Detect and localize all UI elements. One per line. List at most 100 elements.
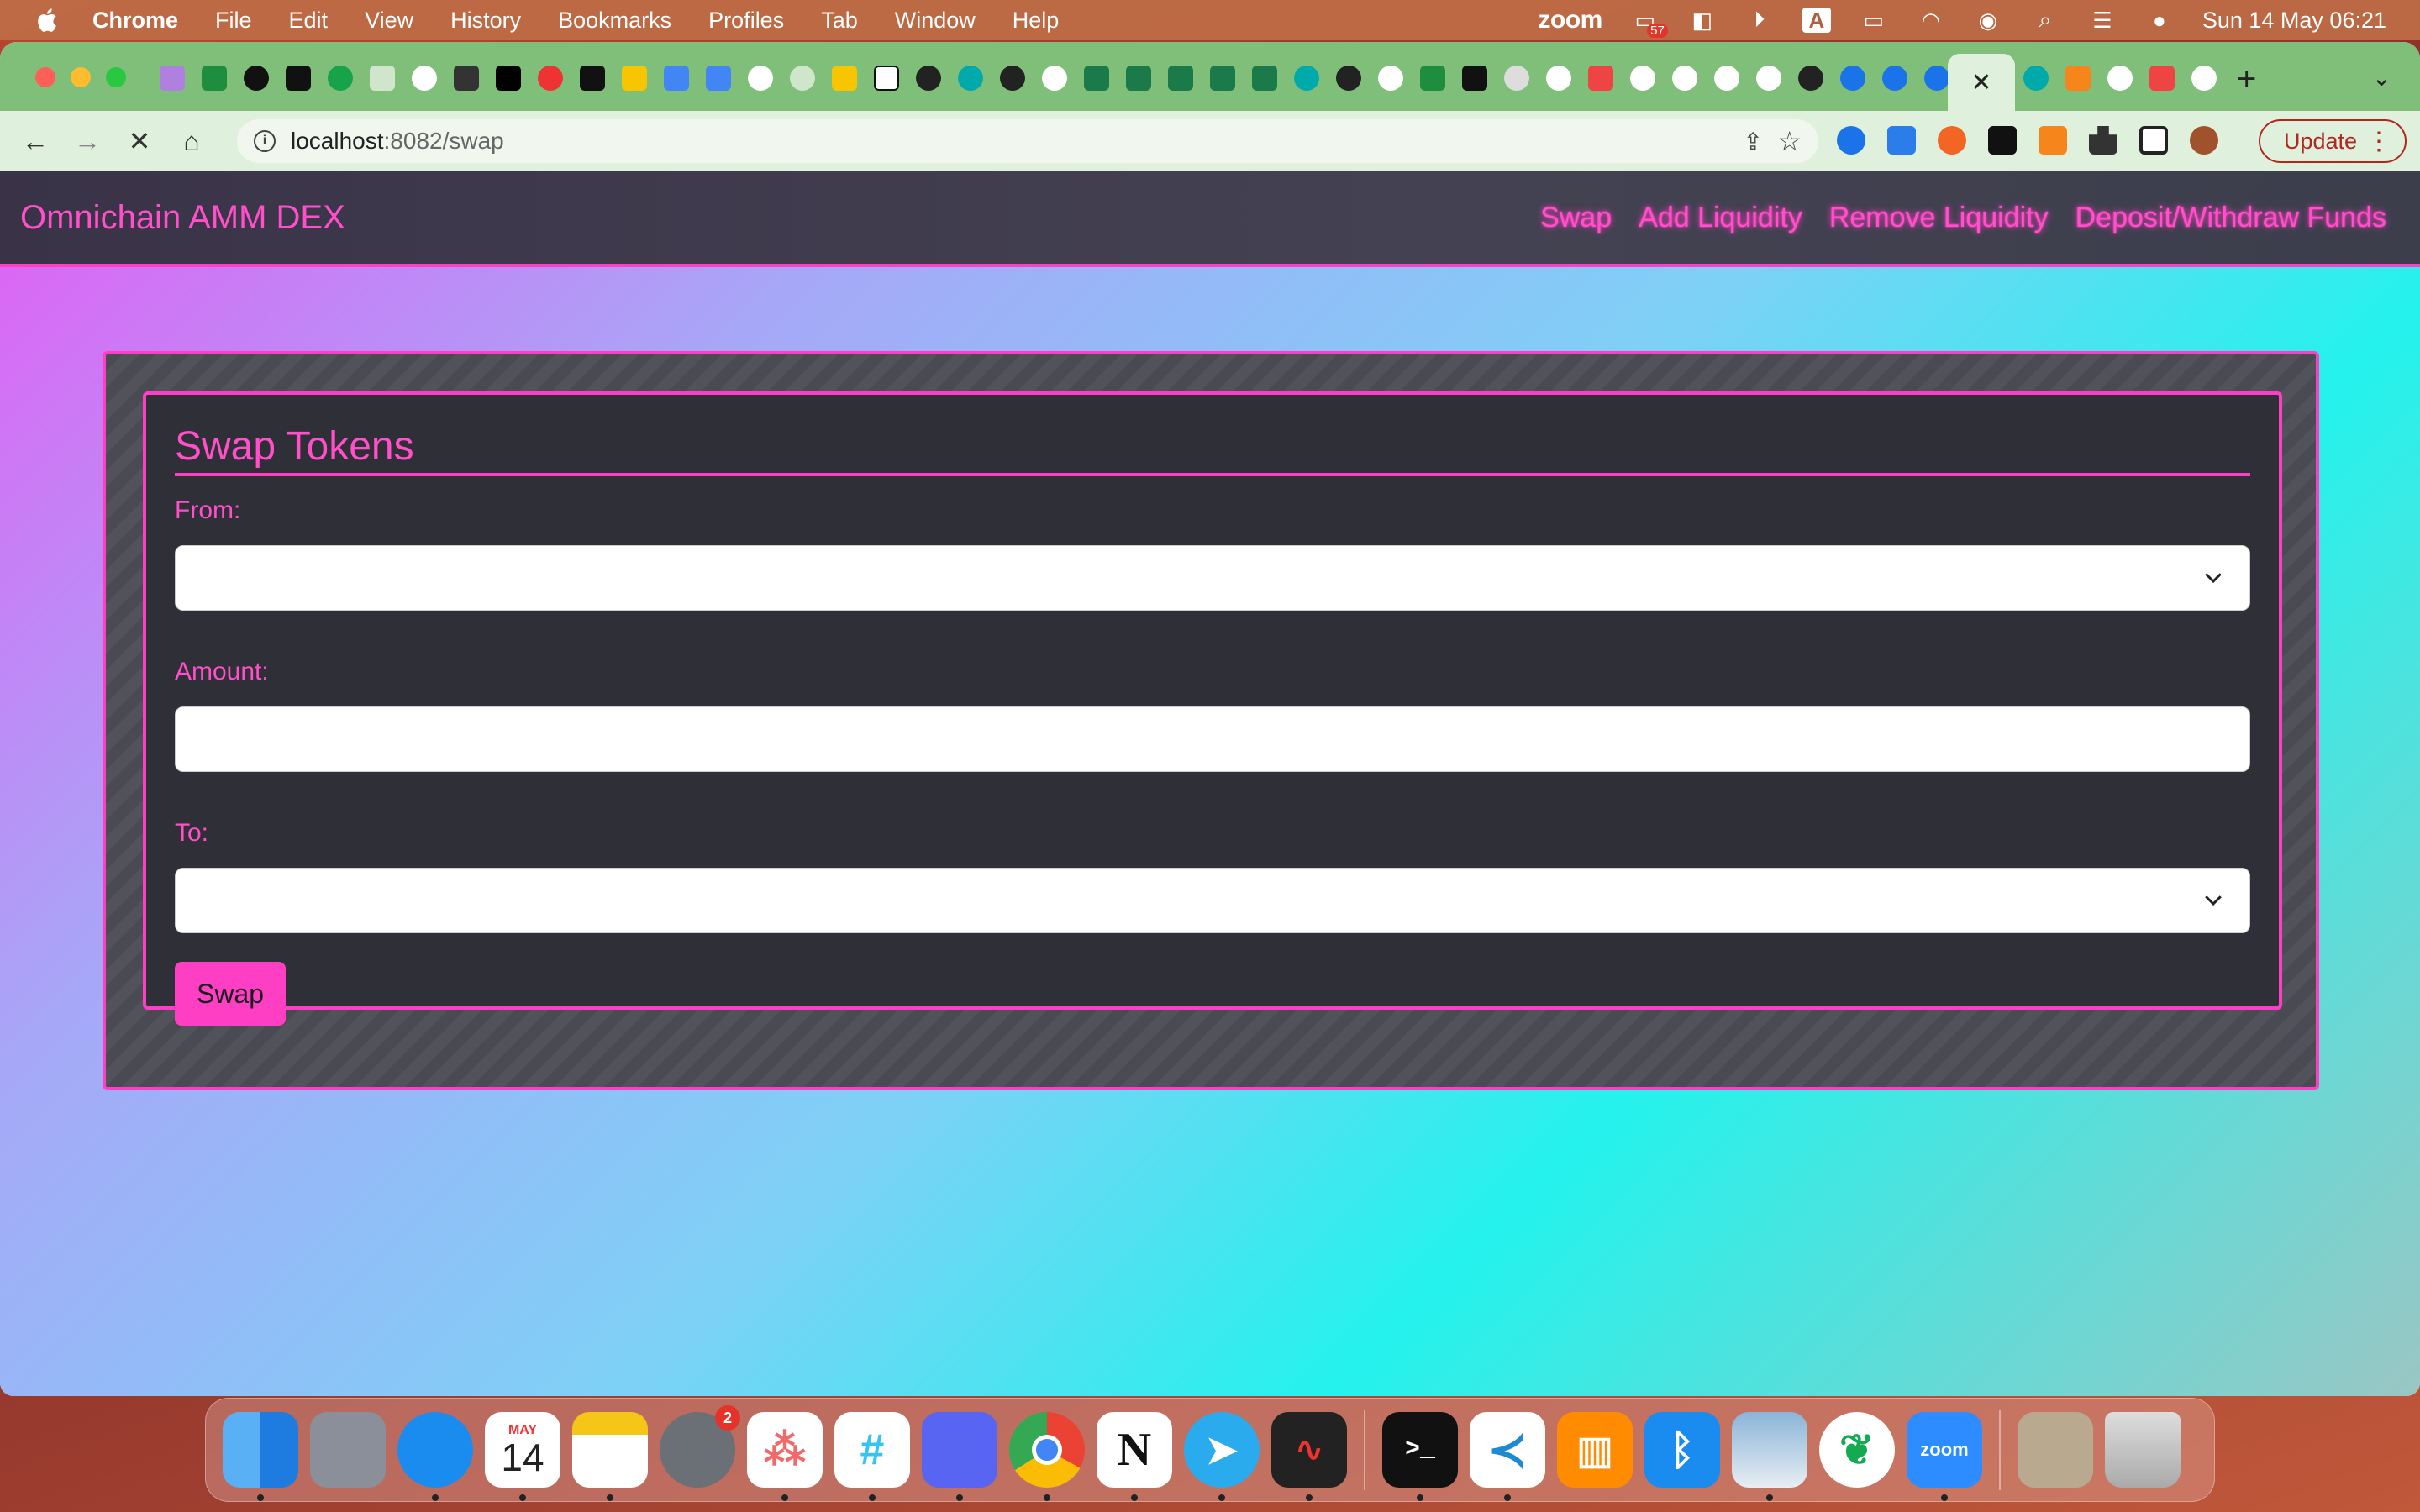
tab-favicon[interactable]	[1000, 66, 1025, 91]
tab-favicon[interactable]	[1588, 66, 1613, 91]
tab-favicon[interactable]	[202, 66, 227, 91]
finder-icon[interactable]	[223, 1412, 298, 1501]
nav-link-swap[interactable]: Swap	[1540, 202, 1612, 234]
battery-icon[interactable]: ▭	[1860, 8, 1888, 33]
tab-favicon[interactable]	[370, 66, 395, 91]
from-token-select[interactable]	[175, 545, 2250, 611]
tab-favicon[interactable]	[1084, 66, 1109, 91]
tab-favicon[interactable]	[958, 66, 983, 91]
system-settings-icon[interactable]: 2	[660, 1405, 740, 1488]
menu-help[interactable]: Help	[1013, 8, 1060, 34]
tab-search-chevron-icon[interactable]: ⌄	[2372, 64, 2391, 92]
tab-favicon[interactable]	[412, 66, 437, 91]
tab-favicon[interactable]	[1630, 66, 1655, 91]
more-options-icon[interactable]: ⋮	[2366, 127, 2391, 156]
tab-favicon[interactable]	[496, 66, 521, 91]
tab-favicon[interactable]	[790, 66, 815, 91]
tab-favicon[interactable]	[1336, 66, 1361, 91]
close-window-button[interactable]	[35, 67, 55, 87]
tab-favicon[interactable]	[1042, 66, 1067, 91]
downloads-stack-icon[interactable]	[2018, 1412, 2093, 1488]
siri-icon[interactable]: ●	[2145, 8, 2174, 33]
menu-history[interactable]: History	[450, 8, 521, 34]
control-center-icon[interactable]: ☰	[2088, 8, 2117, 33]
stop-loading-icon[interactable]: ✕	[123, 124, 156, 158]
tab-favicon[interactable]	[2107, 66, 2133, 91]
tab-favicon[interactable]	[1126, 66, 1151, 91]
tab-favicon[interactable]	[1882, 66, 1907, 91]
back-arrow-icon[interactable]: ←	[18, 124, 52, 158]
tab-favicon[interactable]	[1210, 66, 1235, 91]
tab-favicon[interactable]	[1294, 66, 1319, 91]
tab-favicon[interactable]	[2149, 66, 2175, 91]
tab-favicon[interactable]	[1840, 66, 1865, 91]
tab-favicon[interactable]	[1924, 66, 1949, 91]
tab-favicon[interactable]	[580, 66, 605, 91]
bluetooth-icon[interactable]: ᛒ	[1644, 1412, 1720, 1488]
tab-favicon[interactable]	[706, 66, 731, 91]
menu-bookmarks[interactable]: Bookmarks	[558, 8, 671, 34]
asana-icon[interactable]: ⁂	[747, 1412, 823, 1501]
keyboard-input-icon[interactable]: A	[1802, 8, 1831, 33]
slack-icon[interactable]: #	[834, 1412, 910, 1501]
nav-link-deposit-withdraw[interactable]: Deposit/Withdraw Funds	[2075, 202, 2386, 234]
tab-favicon[interactable]	[1168, 66, 1193, 91]
tab-favicon[interactable]	[1252, 66, 1277, 91]
menu-app-chrome[interactable]: Chrome	[92, 8, 178, 34]
profile-avatar[interactable]	[2190, 126, 2218, 155]
tab-favicon[interactable]	[160, 66, 185, 91]
menu-bar-clock[interactable]: Sun 14 May 06:21	[2202, 8, 2386, 34]
telegram-icon[interactable]: ➤	[1184, 1412, 1260, 1501]
site-info-icon[interactable]: i	[254, 130, 276, 152]
calendar-icon[interactable]: MAY 14	[485, 1412, 560, 1501]
tab-favicon[interactable]	[286, 66, 311, 91]
nav-link-remove-liquidity[interactable]: Remove Liquidity	[1829, 202, 2049, 234]
brand-title[interactable]: Omnichain AMM DEX	[20, 199, 345, 237]
tab-favicon[interactable]	[2191, 66, 2217, 91]
tab-favicon[interactable]	[1462, 66, 1487, 91]
tab-favicon[interactable]	[622, 66, 647, 91]
extension-icon[interactable]	[1988, 126, 2017, 155]
voice-memos-icon[interactable]: ∿	[1271, 1412, 1347, 1501]
tab-favicon[interactable]	[1714, 66, 1739, 91]
notion-icon[interactable]: N	[1097, 1412, 1172, 1501]
notification-status-icon[interactable]: ▭ 57	[1631, 8, 1668, 38]
tab-favicon[interactable]	[328, 66, 353, 91]
wifi-icon[interactable]: ◠	[1917, 8, 1945, 33]
tab-favicon[interactable]	[832, 66, 857, 91]
discord-icon[interactable]	[922, 1412, 997, 1501]
extension-icon[interactable]	[1938, 126, 1966, 155]
tab-favicon[interactable]	[1378, 66, 1403, 91]
tab-favicon[interactable]	[1546, 66, 1571, 91]
zoom-app-icon[interactable]: zoom	[1907, 1412, 1982, 1501]
address-url[interactable]: localhost:8082/swap	[291, 128, 504, 155]
user-account-icon[interactable]: ◉	[1974, 8, 2002, 33]
forward-arrow-icon[interactable]: →	[71, 124, 104, 158]
tab-favicon[interactable]	[1672, 66, 1697, 91]
tab-favicon[interactable]	[2023, 66, 2049, 91]
tab-favicon[interactable]	[664, 66, 689, 91]
nav-link-add-liquidity[interactable]: Add Liquidity	[1639, 202, 1802, 234]
menu-edit[interactable]: Edit	[289, 8, 329, 34]
spotlight-search-icon[interactable]: ⌕	[2031, 7, 2060, 33]
maximize-window-button[interactable]	[106, 67, 126, 87]
tab-favicon[interactable]	[454, 66, 479, 91]
extensions-puzzle-icon[interactable]	[2089, 126, 2118, 155]
close-tab-icon[interactable]: ✕	[1970, 68, 1991, 97]
menu-profiles[interactable]: Profiles	[708, 8, 784, 34]
books-icon[interactable]: ▥	[1557, 1412, 1633, 1488]
active-tab[interactable]: ✕	[1948, 54, 2015, 111]
zoom-status-item[interactable]: zoom	[1539, 6, 1603, 34]
bookmark-star-icon[interactable]: ☆	[1777, 125, 1802, 157]
preview-icon[interactable]	[1732, 1412, 1807, 1501]
minimize-window-button[interactable]	[71, 67, 91, 87]
tab-favicon[interactable]	[748, 66, 773, 91]
amount-input[interactable]	[175, 706, 2250, 772]
tab-favicon[interactable]	[1798, 66, 1823, 91]
share-icon[interactable]: ⇪	[1744, 128, 1763, 155]
side-panel-icon[interactable]	[2139, 126, 2168, 155]
tab-favicon[interactable]	[2065, 66, 2091, 91]
menu-window[interactable]: Window	[895, 8, 976, 34]
apple-icon[interactable]	[34, 7, 59, 34]
tab-favicon[interactable]	[1504, 66, 1529, 91]
